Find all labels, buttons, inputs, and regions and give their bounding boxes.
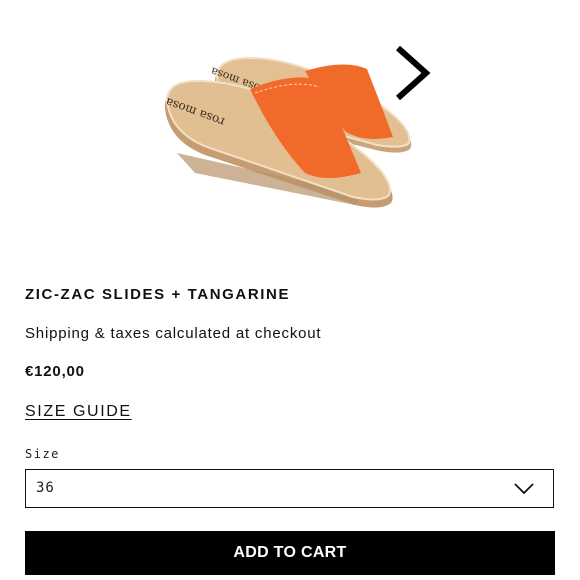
add-to-cart-button[interactable]: ADD TO CART <box>25 531 555 575</box>
size-label: Size <box>25 447 60 461</box>
product-price: €120,00 <box>25 363 85 380</box>
product-title: ZIC-ZAC SLIDES + TANGARINE <box>25 286 291 303</box>
product-image: rosa mosa rosa mosa <box>163 56 412 208</box>
size-select[interactable]: 36 <box>25 469 554 508</box>
product-gallery: rosa mosa rosa mosa <box>0 0 580 270</box>
chevron-down-icon <box>514 483 534 495</box>
shipping-note: Shipping & taxes calculated at checkout <box>25 325 322 342</box>
chevron-right-icon[interactable] <box>388 42 434 104</box>
size-guide-link[interactable]: SIZE GUIDE <box>25 403 132 421</box>
size-selected-value: 36 <box>36 480 55 496</box>
